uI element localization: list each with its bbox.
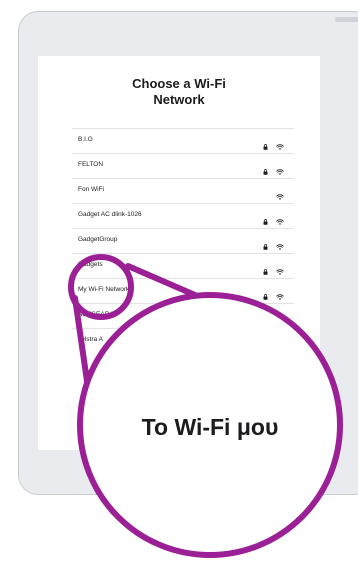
highlight-ring [68,254,134,320]
callout-text: Το Wi-Fi μου [141,414,279,440]
magnifier-callout: Το Wi-Fi μου [77,292,343,558]
